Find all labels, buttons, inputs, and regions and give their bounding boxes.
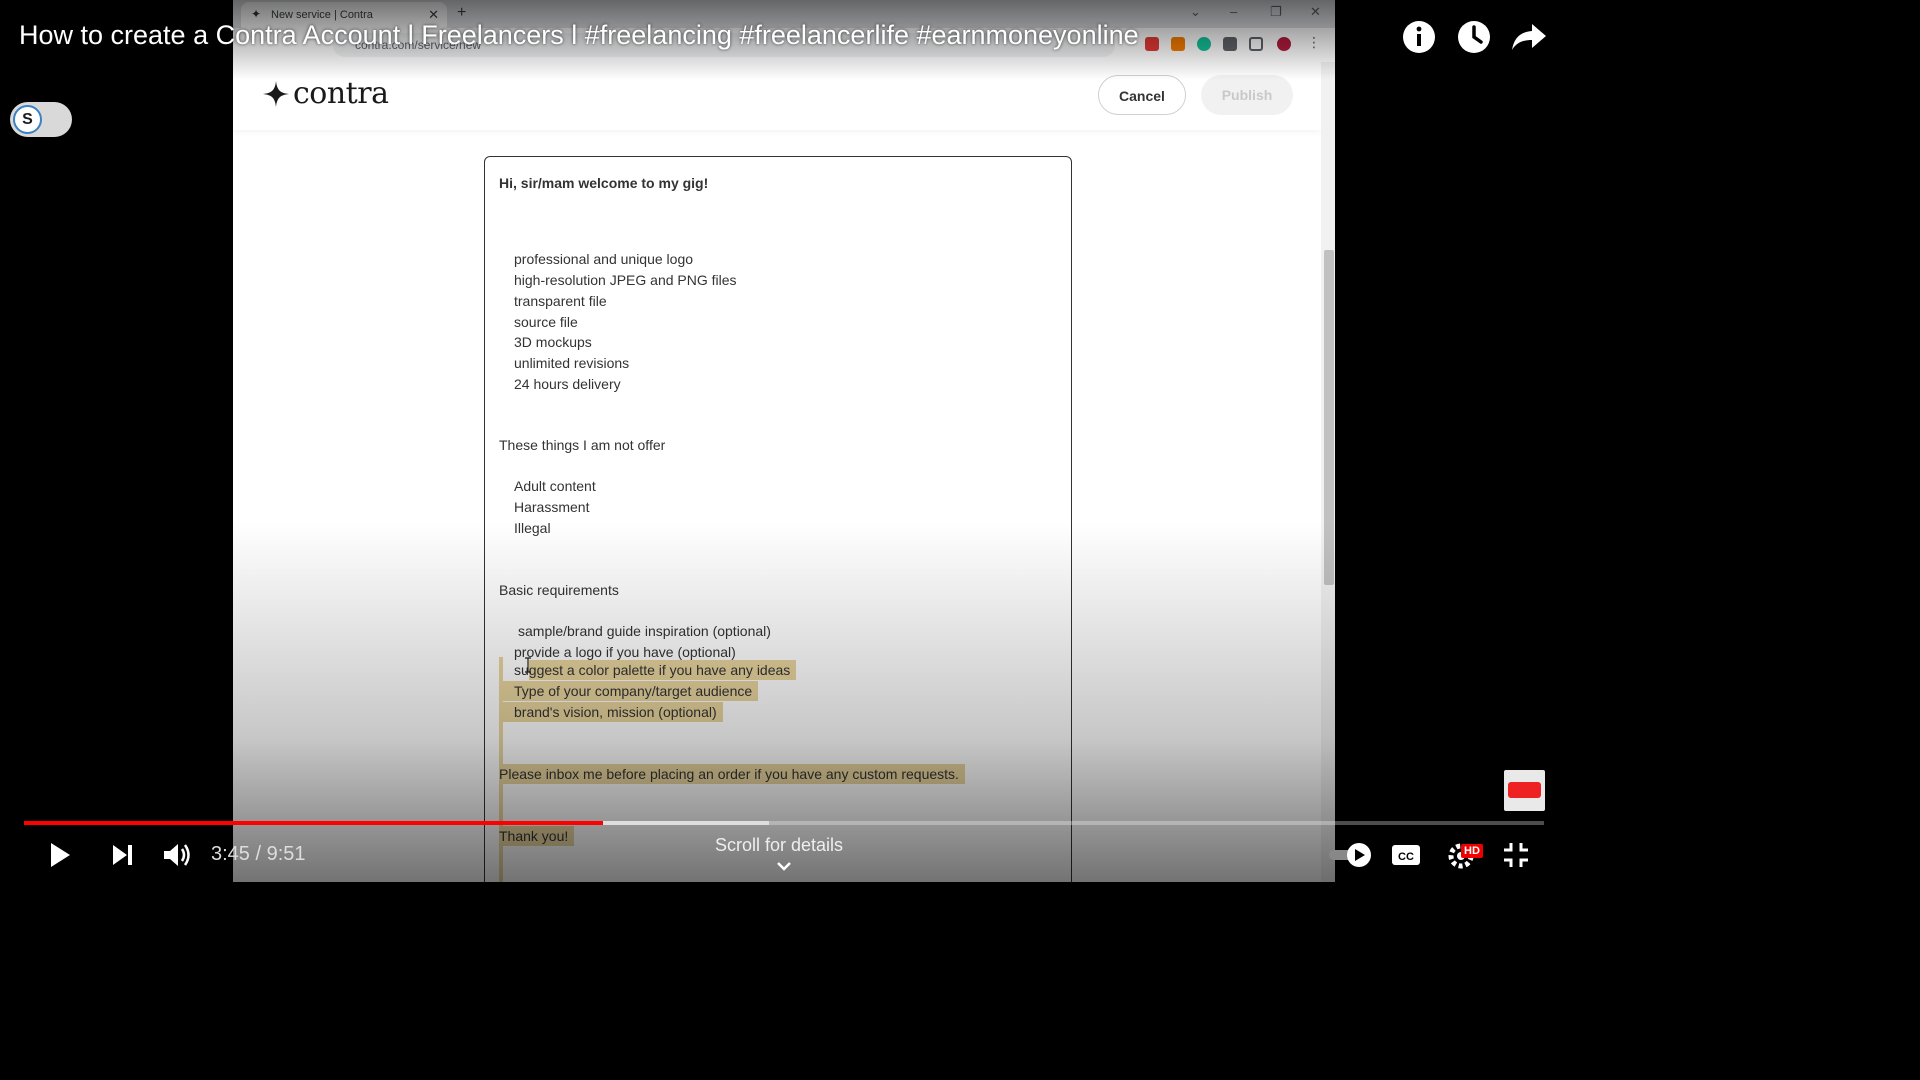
offer-item: transparent file [514,293,607,309]
time-display: 3:45 / 9:51 [211,843,306,865]
browser-menu-icon[interactable]: ⋮ [1307,34,1321,50]
restore-icon[interactable]: ❐ [1270,4,1282,20]
sidepanel-icon[interactable] [1249,37,1263,51]
info-icon[interactable] [1400,18,1438,56]
toggle-knob: S [13,105,42,134]
requirements-heading: Basic requirements [499,582,619,598]
page-scrollbar-thumb[interactable] [1324,250,1334,585]
extension-icon[interactable] [1171,37,1185,51]
close-window-icon[interactable]: ✕ [1310,4,1321,20]
scroll-hint[interactable]: Scroll for details [715,835,843,856]
extension-icon[interactable] [1145,37,1159,51]
clock-icon[interactable] [1455,18,1493,56]
svg-text:CC: CC [1398,851,1414,863]
play-icon[interactable] [42,838,76,872]
requirement-item: sample/brand guide inspiration (optional… [518,623,771,639]
requirement-item: provide a logo if you have (optional) [514,644,736,660]
offer-item: unlimited revisions [514,355,630,371]
offer-item: source file [514,314,578,330]
contra-header: contra Cancel Publish [233,62,1321,130]
next-icon[interactable] [105,838,139,872]
offer-item: 3D mockups [514,334,592,350]
progress-played [24,821,603,825]
requirement-item: suggest a color palette if you have any … [514,660,797,680]
end-card-thumbnail[interactable] [1504,770,1545,811]
autoplay-toggle-icon[interactable] [1327,842,1373,868]
puzzle-icon[interactable] [1223,37,1237,51]
chevron-down-icon[interactable] [776,860,792,872]
share-icon[interactable] [1510,18,1548,56]
youtube-logo-icon [1508,782,1541,798]
hd-badge: HD [1461,844,1483,858]
exit-fullscreen-icon[interactable] [1499,838,1533,872]
captions-icon[interactable]: CC [1389,838,1423,872]
not-offer-item: Illegal [514,520,551,536]
offer-item: high-resolution JPEG and PNG files [514,272,737,288]
requirement-item: Type of your company/target audience [499,681,759,701]
cancel-button[interactable]: Cancel [1098,75,1186,115]
contra-wordmark: contra [293,76,389,111]
text-cursor-icon [525,657,531,673]
grammarly-icon[interactable] [1197,37,1211,51]
extension-toggle[interactable]: S [10,102,72,137]
publish-button[interactable]: Publish [1201,75,1293,115]
service-description-editor[interactable]: Hi, sir/mam welcome to my gig! professio… [484,156,1072,882]
minimize-icon[interactable]: – [1230,4,1237,19]
not-offer-heading: These things I am not offer [499,437,666,453]
not-offer-item: Harassment [514,499,590,515]
greeting-line: Hi, sir/mam welcome to my gig! [499,175,709,191]
tab-search-icon[interactable]: ⌄ [1190,4,1201,20]
offer-item: professional and unique logo [514,251,694,267]
video-title[interactable]: How to create a Contra Account l Freelan… [19,20,1139,51]
contra-favicon-icon: ✦ [251,7,262,21]
contra-logo[interactable]: contra [263,76,389,111]
profile-avatar-icon[interactable] [1277,37,1291,51]
requirement-item: brand's vision, mission (optional) [499,702,723,722]
offer-item: 24 hours delivery [514,376,621,392]
volume-icon[interactable] [159,838,193,872]
contra-page: contra Cancel Publish Hi, sir/mam welcom… [233,62,1321,882]
recorded-browser-window: ✦ New service | Contra ✕ + ⌄ – ❐ ✕ contr… [233,0,1335,882]
inbox-note: Please inbox me before placing an order … [499,764,965,784]
thanks-line: Thank you! [499,826,575,846]
contra-star-icon [263,80,289,107]
not-offer-item: Adult content [514,478,596,494]
